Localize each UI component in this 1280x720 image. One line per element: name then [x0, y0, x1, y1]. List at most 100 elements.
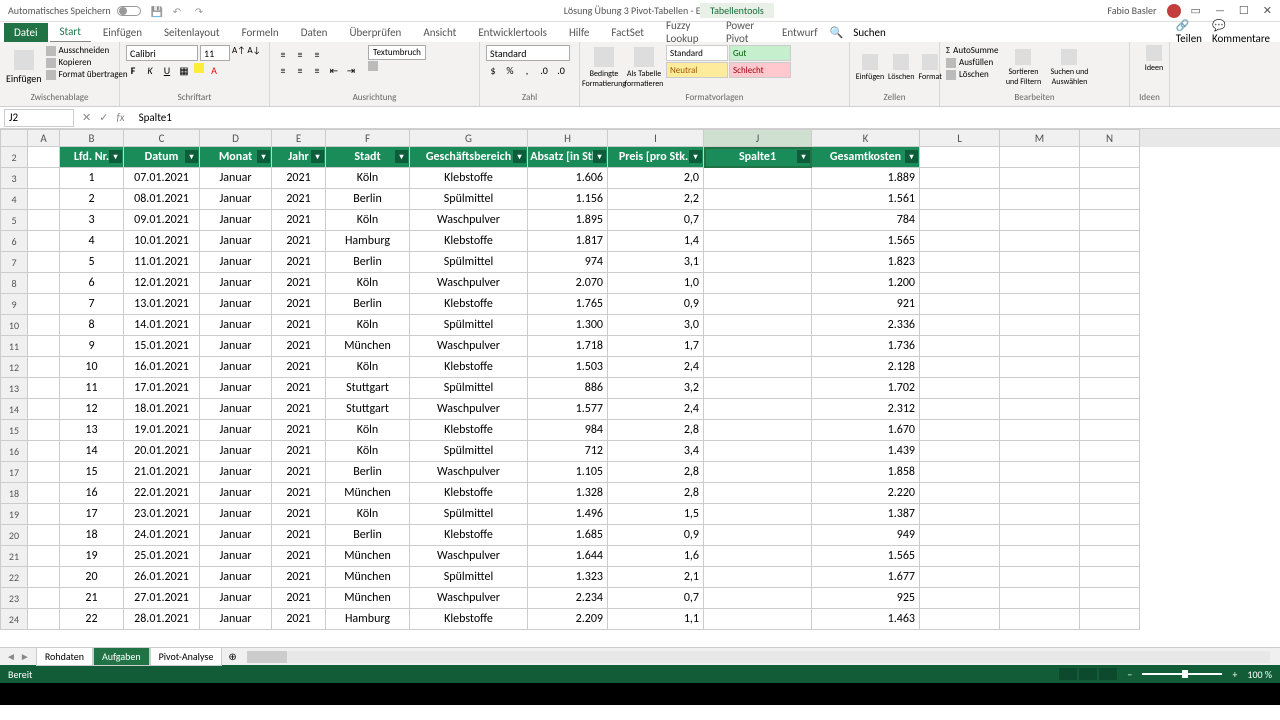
tab-seitenlayout[interactable]: Seitenlayout	[154, 23, 230, 42]
cell[interactable]: 25.01.2021	[124, 546, 200, 567]
cell[interactable]	[1080, 504, 1140, 525]
cell[interactable]: 17	[60, 504, 124, 525]
cell[interactable]: 2,8	[608, 420, 704, 441]
cell[interactable]	[704, 336, 812, 357]
cell[interactable]: 2021	[272, 189, 326, 210]
cell[interactable]: 2021	[272, 546, 326, 567]
cell[interactable]: Januar	[200, 210, 272, 231]
cell[interactable]: 1,6	[608, 546, 704, 567]
cell[interactable]: 2,8	[608, 483, 704, 504]
cell[interactable]: 15	[60, 462, 124, 483]
cell[interactable]: Klebstoffe	[410, 525, 528, 546]
cell[interactable]	[920, 210, 1000, 231]
zoom-level[interactable]: 100 %	[1247, 668, 1272, 681]
formula-input[interactable]: Spalte1	[133, 111, 1280, 124]
tab-hilfe[interactable]: Hilfe	[559, 23, 599, 42]
cell[interactable]: 2,0	[608, 168, 704, 189]
cell[interactable]: 1.503	[528, 357, 608, 378]
search-label[interactable]: Suchen	[853, 26, 886, 39]
cell[interactable]	[28, 168, 60, 189]
cell[interactable]	[28, 231, 60, 252]
sort-filter-button[interactable]: Sortieren und Filtern	[1002, 45, 1044, 90]
cell[interactable]	[28, 483, 60, 504]
cell[interactable]: 28.01.2021	[124, 609, 200, 630]
zoom-slider[interactable]	[1142, 673, 1222, 675]
fill-button[interactable]: Ausfüllen	[946, 57, 998, 68]
cell[interactable]: Januar	[200, 483, 272, 504]
cell[interactable]: 3,0	[608, 315, 704, 336]
cell[interactable]	[1080, 567, 1140, 588]
cell[interactable]: 24.01.2021	[124, 525, 200, 546]
align-bottom-icon[interactable]: ≡	[310, 47, 324, 61]
border-button[interactable]: ▦	[177, 63, 191, 77]
cell[interactable]: Stuttgart	[326, 378, 410, 399]
cell[interactable]: 11	[60, 378, 124, 399]
cell[interactable]: 0,9	[608, 525, 704, 546]
cell[interactable]: 784	[812, 210, 920, 231]
cell[interactable]: Januar	[200, 504, 272, 525]
cell[interactable]	[1080, 399, 1140, 420]
maximize-icon[interactable]: ☐	[1239, 4, 1249, 17]
cell[interactable]: Klebstoffe	[410, 294, 528, 315]
cell[interactable]: 16	[60, 483, 124, 504]
filter-icon[interactable]	[689, 150, 702, 163]
row-header[interactable]: 12	[0, 357, 28, 378]
cell[interactable]: 2021	[272, 210, 326, 231]
cell[interactable]: 0,7	[608, 588, 704, 609]
cell[interactable]	[704, 588, 812, 609]
cell[interactable]: 1.736	[812, 336, 920, 357]
share-button[interactable]: Teilen	[1176, 32, 1202, 45]
table-header[interactable]: Absatz [in Stk.]	[528, 147, 608, 168]
percent-icon[interactable]: %	[503, 63, 517, 77]
cell[interactable]	[28, 294, 60, 315]
cell[interactable]: 2021	[272, 336, 326, 357]
cell[interactable]: Berlin	[326, 462, 410, 483]
cell[interactable]: 1,5	[608, 504, 704, 525]
find-select-button[interactable]: Suchen und Auswählen	[1048, 45, 1090, 90]
cell[interactable]: 1.323	[528, 567, 608, 588]
cell[interactable]: Waschpulver	[410, 546, 528, 567]
cell[interactable]	[1080, 231, 1140, 252]
cell[interactable]	[920, 336, 1000, 357]
cell[interactable]: 2021	[272, 567, 326, 588]
cell[interactable]	[920, 168, 1000, 189]
cell[interactable]	[1000, 462, 1080, 483]
cell[interactable]	[704, 462, 812, 483]
sheet-nav-prev-icon[interactable]: ◄	[6, 650, 16, 663]
table-header[interactable]: Gesamtkosten	[812, 147, 920, 168]
cell[interactable]: 18.01.2021	[124, 399, 200, 420]
cell[interactable]: 8	[60, 315, 124, 336]
cell[interactable]: 1.156	[528, 189, 608, 210]
cell[interactable]: 2.312	[812, 399, 920, 420]
cell[interactable]: 08.01.2021	[124, 189, 200, 210]
cell[interactable]	[920, 609, 1000, 630]
cell[interactable]: 1.685	[528, 525, 608, 546]
row-header[interactable]: 20	[0, 525, 28, 546]
cell[interactable]	[1080, 546, 1140, 567]
cell[interactable]: 4	[60, 231, 124, 252]
cell[interactable]: 1.105	[528, 462, 608, 483]
cell[interactable]: 1.895	[528, 210, 608, 231]
filter-icon[interactable]	[257, 150, 270, 163]
number-format-select[interactable]	[486, 45, 570, 61]
cell[interactable]	[28, 336, 60, 357]
cell[interactable]	[1000, 294, 1080, 315]
cell[interactable]	[704, 273, 812, 294]
tab-factset[interactable]: FactSet	[601, 23, 654, 42]
cell[interactable]: 3,4	[608, 441, 704, 462]
cell[interactable]: 2021	[272, 504, 326, 525]
cell[interactable]: Klebstoffe	[410, 168, 528, 189]
cell[interactable]	[704, 378, 812, 399]
cell[interactable]: 1.577	[528, 399, 608, 420]
align-center-icon[interactable]: ≡	[293, 63, 307, 77]
cell[interactable]: München	[326, 483, 410, 504]
cell[interactable]	[1080, 315, 1140, 336]
comma-icon[interactable]: ,	[520, 63, 534, 77]
cell[interactable]: Waschpulver	[410, 210, 528, 231]
cell[interactable]	[28, 609, 60, 630]
cell[interactable]	[28, 357, 60, 378]
row-header[interactable]: 17	[0, 462, 28, 483]
cell[interactable]	[28, 252, 60, 273]
cell[interactable]	[920, 588, 1000, 609]
cell[interactable]	[920, 147, 1000, 168]
